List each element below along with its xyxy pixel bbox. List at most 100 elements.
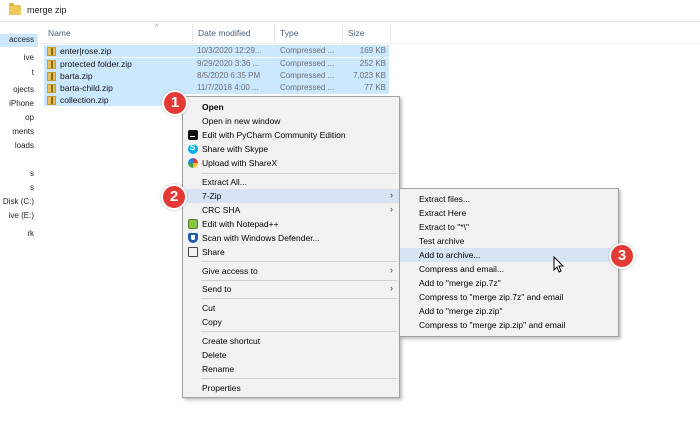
shield-icon bbox=[188, 233, 198, 243]
file-date: 9/29/2020 3:36 ... bbox=[197, 59, 260, 68]
menu-item-label: Share bbox=[202, 247, 225, 257]
menu-item-label: Edit with Notepad++ bbox=[202, 219, 279, 229]
submenu-item-compress-email[interactable]: Compress and email... bbox=[400, 262, 618, 276]
column-divider[interactable] bbox=[342, 24, 343, 42]
menu-item-label: Create shortcut bbox=[202, 336, 261, 346]
file-size: 77 KB bbox=[364, 83, 386, 92]
nav-item-local-disk-c[interactable]: Disk (C:) bbox=[0, 196, 38, 209]
submenu-item-compress-7z-email[interactable]: Compress to "merge zip.7z" and email bbox=[400, 290, 618, 304]
submenu-item-extract-here[interactable]: Extract Here bbox=[400, 206, 618, 220]
nav-item-label: ojects bbox=[13, 85, 34, 94]
nav-item-drive-e[interactable]: ive (E:) bbox=[0, 210, 38, 223]
nav-item-downloads[interactable]: loads bbox=[0, 140, 38, 153]
menu-item-label: Upload with ShareX bbox=[202, 158, 278, 168]
notepad-icon bbox=[188, 219, 198, 229]
column-divider[interactable] bbox=[192, 24, 193, 42]
menu-item-copy[interactable]: Copy bbox=[183, 315, 399, 329]
menu-item-rename[interactable]: Rename bbox=[183, 362, 399, 376]
share-icon bbox=[188, 247, 198, 257]
file-type: Compressed ... bbox=[280, 71, 335, 80]
step-badge-3: 3 bbox=[609, 243, 635, 269]
zip-file-icon bbox=[47, 47, 56, 56]
menu-item-label: 7-Zip bbox=[202, 191, 222, 201]
menu-item-give-access[interactable]: Give access to › bbox=[183, 264, 399, 278]
menu-item-share[interactable]: Share bbox=[183, 245, 399, 259]
submenu-item-extract-to[interactable]: Extract to "*\" bbox=[400, 220, 618, 234]
menu-item-cut[interactable]: Cut bbox=[183, 301, 399, 315]
nav-item-s2[interactable]: s bbox=[0, 182, 38, 195]
menu-item-7zip[interactable]: 7-Zip › bbox=[183, 189, 399, 203]
submenu-item-add-7z[interactable]: Add to "merge zip.7z" bbox=[400, 276, 618, 290]
context-menu: Open Open in new window Edit with PyChar… bbox=[182, 96, 400, 398]
submenu-item-extract-files[interactable]: Extract files... bbox=[400, 192, 618, 206]
submenu-item-label: Add to archive... bbox=[419, 250, 481, 260]
nav-item-quick-access[interactable]: access bbox=[0, 34, 38, 47]
menu-item-label: Extract All... bbox=[202, 177, 247, 187]
menu-item-open-new-window[interactable]: Open in new window bbox=[183, 114, 399, 128]
menu-item-defender[interactable]: Scan with Windows Defender... bbox=[183, 231, 399, 245]
file-date: 8/5/2020 6:35 PM bbox=[197, 71, 261, 80]
submenu-item-add-to-archive[interactable]: Add to archive... bbox=[400, 248, 618, 262]
column-date-modified[interactable]: Date modified bbox=[198, 28, 250, 38]
step-badge-2: 2 bbox=[161, 184, 187, 210]
nav-item-label: ive bbox=[23, 53, 34, 62]
sharex-icon bbox=[188, 158, 198, 168]
menu-item-create-shortcut[interactable]: Create shortcut bbox=[183, 334, 399, 348]
menu-item-properties[interactable]: Properties bbox=[183, 381, 399, 395]
menu-item-open[interactable]: Open bbox=[183, 100, 399, 114]
submenu-item-label: Extract to "*\" bbox=[419, 222, 469, 232]
column-header: ^ Name Date modified Type Size bbox=[38, 22, 700, 44]
menu-separator bbox=[201, 378, 397, 379]
nav-item-projects[interactable]: ojects bbox=[0, 84, 38, 97]
menu-item-sharex[interactable]: Upload with ShareX bbox=[183, 156, 399, 170]
column-size[interactable]: Size bbox=[348, 28, 365, 38]
submenu-item-add-zip[interactable]: Add to "merge zip.zip" bbox=[400, 304, 618, 318]
menu-item-notepad[interactable]: Edit with Notepad++ bbox=[183, 217, 399, 231]
nav-item-label: t bbox=[31, 68, 34, 77]
menu-item-label: Open bbox=[202, 102, 224, 112]
submenu-item-label: Compress to "merge zip.zip" and email bbox=[419, 320, 566, 330]
menu-item-label: Open in new window bbox=[202, 116, 281, 126]
file-row[interactable]: enter|rose.zip 10/3/2020 12:29... Compre… bbox=[44, 45, 389, 57]
file-size: 252 KB bbox=[359, 59, 386, 68]
nav-item-label: Disk (C:) bbox=[2, 197, 34, 206]
nav-item-desktop[interactable]: op bbox=[0, 112, 38, 125]
submenu-item-compress-zip-email[interactable]: Compress to "merge zip.zip" and email bbox=[400, 318, 618, 332]
nav-item-label: access bbox=[9, 35, 34, 44]
file-row[interactable]: protected folder.zip 9/29/2020 3:36 ... … bbox=[44, 58, 389, 70]
nav-item-iphone[interactable]: iPhone bbox=[0, 98, 38, 111]
menu-item-delete[interactable]: Delete bbox=[183, 348, 399, 362]
zip-file-icon bbox=[47, 72, 56, 81]
column-divider[interactable] bbox=[274, 24, 275, 42]
nav-item-documents[interactable]: ments bbox=[0, 126, 38, 139]
menu-item-send-to[interactable]: Send to › bbox=[183, 282, 399, 296]
nav-item-label: loads bbox=[14, 141, 34, 150]
menu-item-label: Copy bbox=[202, 317, 222, 327]
nav-item-drive[interactable]: ive bbox=[0, 52, 38, 65]
menu-item-skype[interactable]: Share with Skype bbox=[183, 142, 399, 156]
zip-file-icon bbox=[47, 84, 56, 93]
file-type: Compressed ... bbox=[280, 83, 335, 92]
file-row[interactable]: barta-child.zip 11/7/2018 4:00 ... Compr… bbox=[44, 82, 389, 94]
submenu-item-label: Compress and email... bbox=[419, 264, 505, 274]
file-row[interactable]: barta.zip 8/5/2020 6:35 PM Compressed ..… bbox=[44, 70, 389, 82]
nav-item-network[interactable]: rk bbox=[0, 228, 38, 241]
nav-item-label: op bbox=[25, 113, 34, 122]
zip-file-icon bbox=[47, 60, 56, 69]
column-type[interactable]: Type bbox=[280, 28, 298, 38]
nav-item-label: s bbox=[30, 183, 34, 192]
column-name[interactable]: Name bbox=[48, 28, 71, 38]
nav-item-t[interactable]: t bbox=[0, 67, 38, 80]
menu-item-pycharm[interactable]: Edit with PyCharm Community Edition bbox=[183, 128, 399, 142]
address-bar[interactable]: merge zip bbox=[0, 0, 700, 22]
nav-item-s1[interactable]: s bbox=[0, 168, 38, 181]
submenu-item-test-archive[interactable]: Test archive bbox=[400, 234, 618, 248]
submenu-item-label: Extract Here bbox=[419, 208, 467, 218]
menu-item-label: Delete bbox=[202, 350, 227, 360]
chevron-right-icon: › bbox=[390, 265, 393, 275]
column-divider[interactable] bbox=[390, 24, 391, 42]
menu-item-extract-all[interactable]: Extract All... bbox=[183, 175, 399, 189]
menu-item-crc-sha[interactable]: CRC SHA › bbox=[183, 203, 399, 217]
chevron-right-icon: › bbox=[390, 283, 393, 293]
zip-file-icon bbox=[47, 96, 56, 105]
